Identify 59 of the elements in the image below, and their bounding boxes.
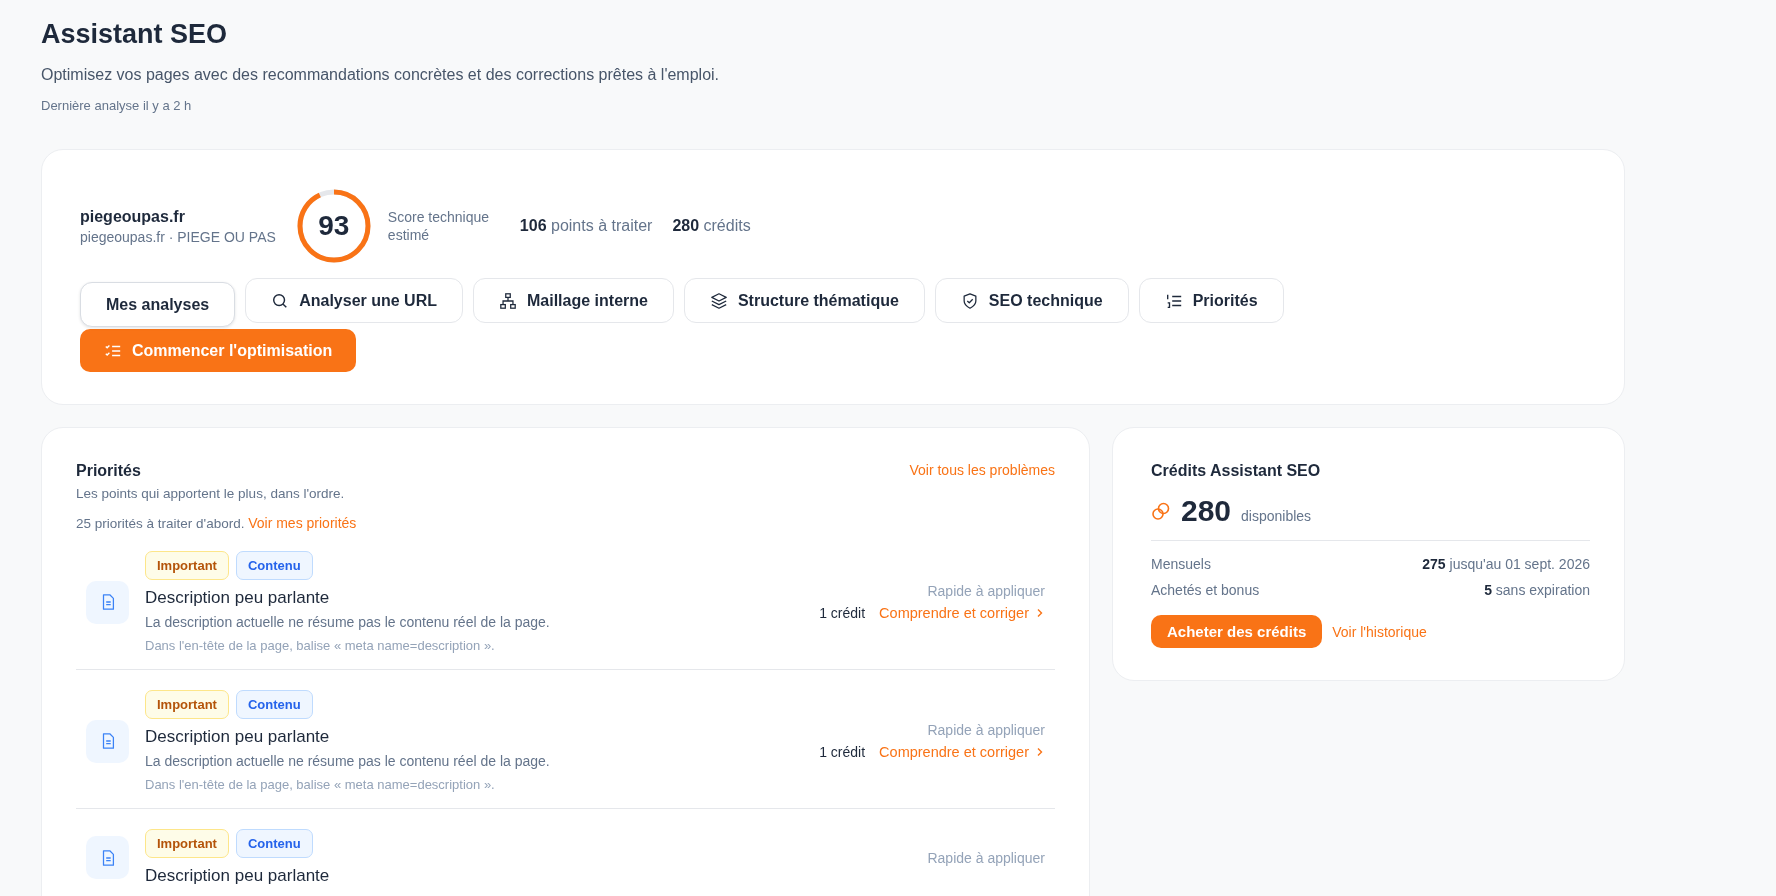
issue-description: La description actuelle ne résume pas le contenu réel de la page. (145, 614, 551, 630)
history-link[interactable]: Voir l'historique (1332, 623, 1427, 640)
document-icon (86, 836, 129, 879)
credit-row-label: Achetés et bonus (1151, 581, 1260, 600)
layers-icon (709, 291, 728, 310)
page-title: Assistant SEO (41, 18, 229, 51)
last-analysis-text: Dernière analyse il y a 2 h (41, 98, 193, 113)
site-name: piegeoupas.fr (80, 207, 186, 226)
tag-badge: Contenu (235, 551, 313, 580)
credit-cost: 1 crédit (819, 744, 866, 760)
credits-available-label: disponibles (1241, 508, 1312, 524)
hierarchy-icon (499, 291, 517, 310)
credit-cost: 1 crédit (819, 605, 866, 621)
document-icon (86, 719, 129, 763)
tag-badge: Contenu (235, 829, 313, 858)
issue-title: Description peu parlante (145, 588, 331, 608)
effort-label: Rapide à appliquer (927, 849, 1045, 866)
effort-label: Rapide à appliquer (926, 583, 1045, 599)
nav-tab[interactable]: Mes analyses (80, 282, 236, 327)
chevron-right-icon (1035, 608, 1045, 618)
nav-tab[interactable]: Priorités (1138, 278, 1284, 323)
points-stat: 106 points à traiter (519, 217, 653, 235)
priorities-subtitle: Les points qui apportent le plus, dans l'ordre. (76, 486, 345, 501)
credit-row-value: 275 jusqu'au 01 sept. 2026 (1422, 555, 1590, 574)
fix-link[interactable]: Comprendre et corriger (879, 744, 1045, 760)
start-optimization-button[interactable]: Commencer l'optimisation (80, 329, 357, 372)
credit-row-value: 5 sans expiration (1484, 581, 1590, 600)
nav-tab[interactable]: Analyser une URL (245, 278, 463, 323)
see-priorities-link[interactable]: Voir mes priorités (248, 515, 357, 531)
effort-label: Rapide à appliquer (926, 722, 1045, 738)
nav-tab[interactable]: Maillage interne (473, 278, 674, 323)
see-all-problems-link[interactable]: Voir tous les problèmes (909, 462, 1055, 478)
priorities-summary: 25 priorités à traiter d'abord. (76, 516, 245, 531)
nav-tab[interactable]: SEO technique (934, 278, 1129, 323)
tag-badge: Important (145, 690, 229, 719)
issue-location: Dans l'en-tête de la page, balise « meta name=description ». (145, 777, 496, 792)
search-icon (271, 291, 290, 310)
buy-credits-button[interactable]: Acheter des crédits (1151, 615, 1323, 648)
issue-title: Description peu parlante (145, 727, 331, 747)
credit-row-label: Mensuels (1151, 555, 1211, 574)
credits-stat: 280 crédits (672, 217, 751, 235)
coins-icon (1151, 501, 1171, 521)
credits-amount: 280 (1181, 494, 1232, 528)
score-value: 93 (317, 210, 351, 242)
tag-badge: Important (145, 829, 229, 858)
issue-title: Description peu parlante (145, 866, 331, 886)
site-detail: piegeoupas.fr · PIEGE OU PAS (80, 228, 276, 245)
fix-link[interactable]: Comprendre et corriger (879, 605, 1045, 621)
score-label: Score technique estimé (387, 208, 491, 244)
priorities-title: Priorités (76, 462, 142, 480)
page-subtitle: Optimisez vos pages avec des recommandations concrètes et des corrections prêtes à l'emploi. (41, 66, 721, 84)
document-icon (86, 580, 129, 624)
issue-location: Dans l'en-tête de la page, balise « meta name=description ». (145, 638, 496, 653)
issue-description: La description actuelle ne résume pas le contenu réel de la page. (145, 753, 551, 769)
chevron-right-icon (1035, 747, 1045, 757)
nav-tab[interactable]: Structure thématique (683, 278, 925, 323)
credits-title: Crédits Assistant SEO (1151, 462, 1322, 480)
tag-badge: Contenu (235, 690, 313, 719)
tag-badge: Important (145, 551, 229, 580)
